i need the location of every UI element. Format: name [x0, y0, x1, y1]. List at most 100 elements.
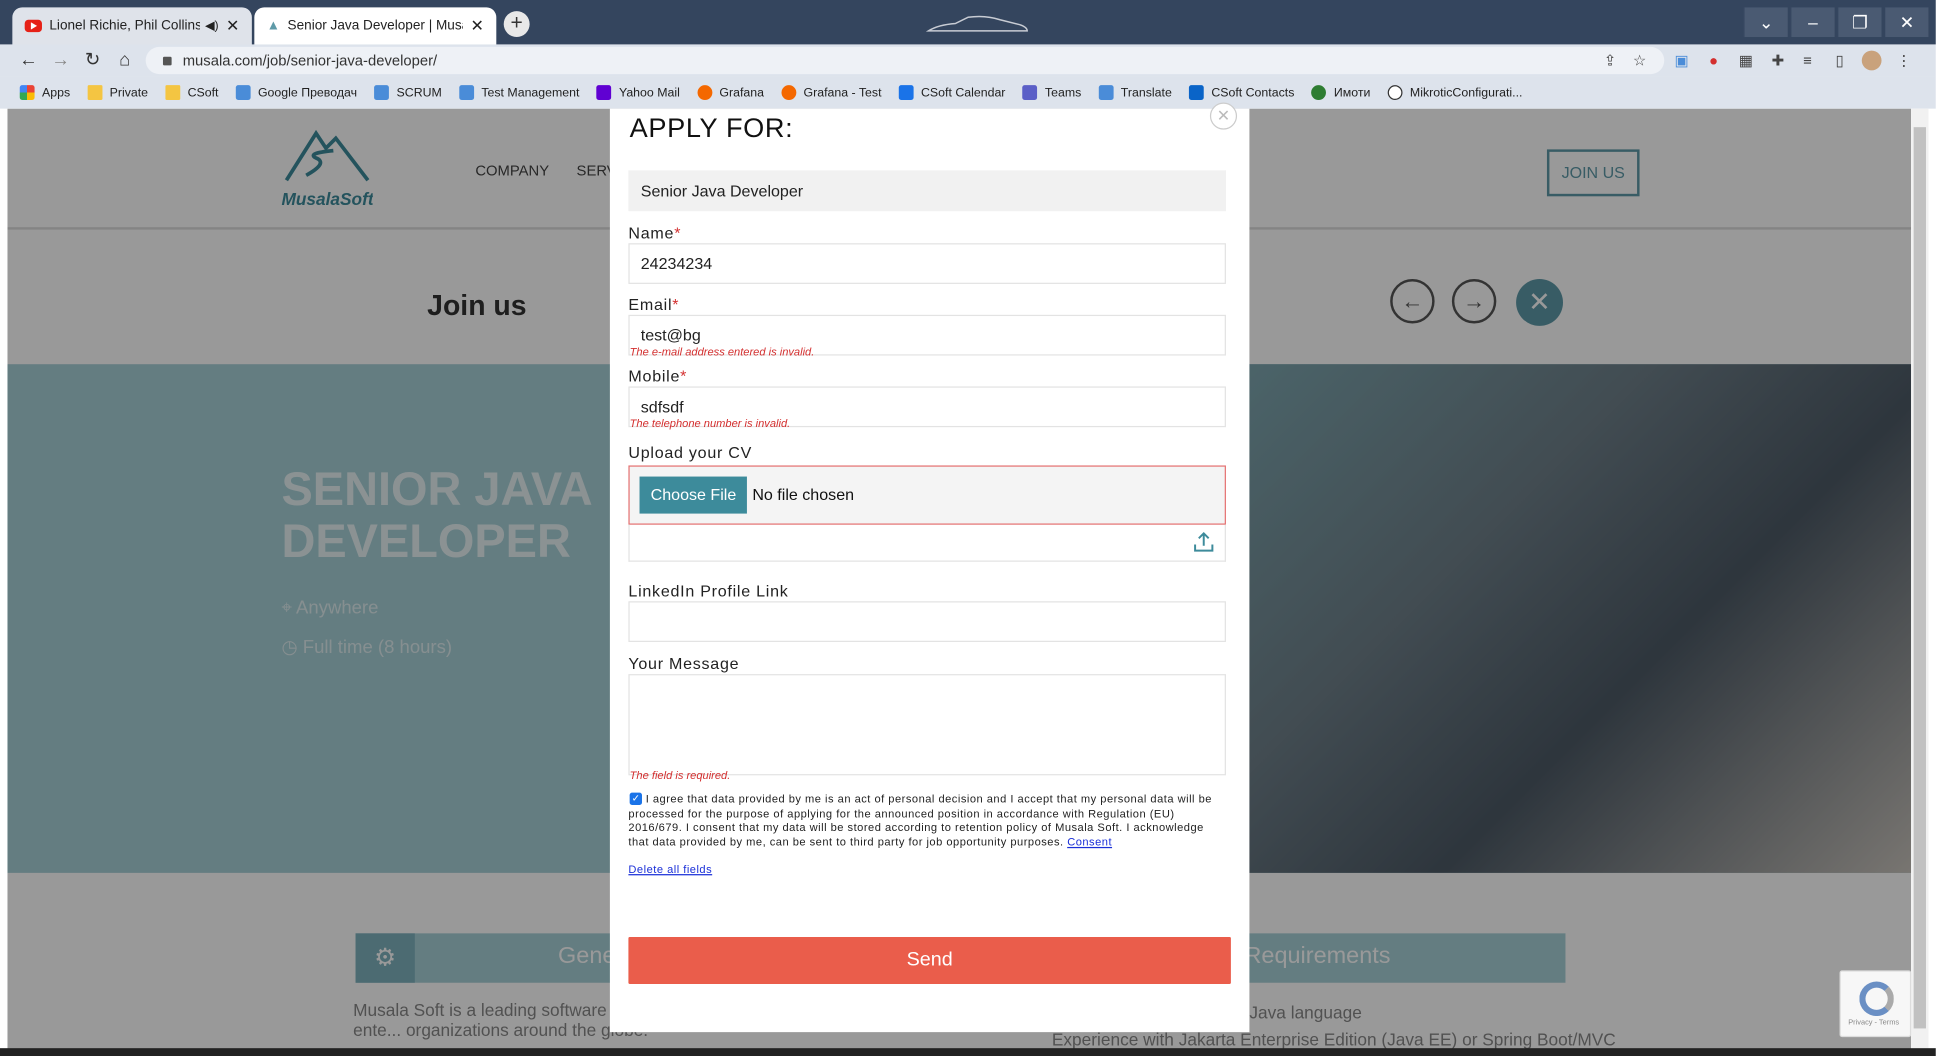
lock-icon — [162, 56, 172, 66]
bookmark-label: Test Management — [481, 85, 580, 100]
bookmarks-bar: Apps Private CSoft Google Преводач SCRUM… — [0, 76, 1936, 109]
bookmark-translate[interactable]: Translate — [1098, 85, 1172, 101]
choose-file-button[interactable]: Choose File — [639, 476, 748, 514]
bookmark-grafana-test[interactable]: Grafana - Test — [781, 85, 882, 101]
translate-icon — [1098, 85, 1114, 101]
apps-grid-icon — [19, 85, 35, 101]
forward-arrow-icon[interactable]: → — [49, 49, 71, 71]
upload-bar[interactable] — [628, 524, 1226, 562]
taskbar — [0, 1048, 1936, 1056]
email-label: Email* — [628, 295, 679, 314]
bookmark-grafana[interactable]: Grafana — [697, 85, 764, 101]
bookmark-label: Google Преводач — [257, 85, 358, 100]
linkedin-input[interactable] — [628, 601, 1226, 642]
bookmark-google-translate[interactable]: Google Преводач — [235, 85, 358, 101]
outlook-icon — [1189, 85, 1204, 101]
bookmark-private[interactable]: Private — [87, 85, 148, 101]
new-tab-button[interactable]: + — [503, 11, 530, 38]
bookmark-teams[interactable]: Teams — [1022, 85, 1082, 101]
bookmark-label: Teams — [1044, 85, 1082, 100]
musala-favicon-icon: ▲ — [266, 18, 281, 34]
close-tab-icon[interactable]: ✕ — [470, 16, 483, 36]
reading-list-icon[interactable]: ≡ — [1798, 51, 1818, 71]
browser-toolbar: ← → ↻ ⌂ musala.com/job/senior-java-devel… — [0, 44, 1936, 77]
message-label: Your Message — [628, 654, 740, 673]
reload-icon[interactable]: ↻ — [81, 49, 103, 71]
cv-label: Upload your CV — [628, 443, 753, 462]
upload-icon[interactable] — [1193, 531, 1215, 553]
scrollbar-thumb[interactable] — [1913, 127, 1926, 1029]
bookmark-label: Имоти — [1333, 85, 1371, 100]
modal-title: APPLY FOR: — [629, 112, 794, 144]
folder-icon — [165, 85, 181, 101]
bookmark-label: CSoft Calendar — [921, 85, 1006, 100]
youtube-icon — [24, 19, 42, 33]
mikrotik-icon — [1387, 85, 1403, 101]
bookmark-apps[interactable]: Apps — [19, 85, 71, 101]
side-panel-icon[interactable]: ▯ — [1830, 51, 1850, 71]
bookmark-yahoo-mail[interactable]: Yahoo Mail — [596, 85, 680, 101]
consent-text: I agree that data provided by me is an a… — [628, 793, 1214, 850]
extension-grid-icon[interactable]: ▦ — [1736, 51, 1756, 71]
teams-icon — [1022, 85, 1038, 101]
bookmark-label: Apps — [41, 85, 71, 100]
browser-tab-youtube[interactable]: Lionel Richie, Phil Collins, Ro ◀) ✕ — [12, 7, 252, 45]
folder-icon — [87, 85, 103, 101]
close-icon[interactable]: ✕ — [1209, 102, 1238, 130]
label-text: Mobile — [628, 366, 681, 386]
bookmark-label: Yahoo Mail — [618, 85, 680, 100]
recaptcha-icon — [1859, 981, 1894, 1017]
bookmark-csoft-contacts[interactable]: CSoft Contacts — [1189, 85, 1295, 101]
address-bar[interactable]: musala.com/job/senior-java-developer/ — [145, 46, 1665, 75]
name-input[interactable]: 24234234 — [628, 243, 1226, 284]
close-window-button[interactable]: ✕ — [1883, 7, 1929, 38]
label-text: Name — [628, 223, 675, 242]
tab-title: Lionel Richie, Phil Collins, Ro — [49, 18, 200, 34]
extension-badge-icon[interactable]: ● — [1704, 51, 1724, 71]
translate-extension-icon[interactable]: ▣ — [1672, 51, 1692, 71]
bookmark-label: MikroticConfigurati... — [1409, 85, 1523, 100]
consent-link[interactable]: Consent — [1067, 835, 1112, 847]
speaker-icon[interactable]: ◀) — [205, 19, 219, 33]
profile-avatar[interactable] — [1861, 50, 1882, 71]
tab-search-button[interactable]: ⌄ — [1743, 7, 1788, 38]
close-tab-icon[interactable]: ✕ — [226, 16, 239, 36]
bookmark-imoti[interactable]: Имоти — [1311, 85, 1371, 101]
bookmark-star-icon[interactable]: ☆ — [1630, 51, 1650, 71]
bookmark-test-management[interactable]: Test Management — [459, 85, 580, 101]
translate-icon — [235, 85, 251, 101]
car-icon — [925, 15, 1028, 32]
recaptcha-text: Privacy - Terms — [1848, 1019, 1900, 1028]
bookmark-mikrotik[interactable]: MikroticConfigurati... — [1387, 85, 1523, 101]
menu-kebab-icon[interactable]: ⋮ — [1894, 51, 1914, 71]
cv-upload-field: Choose File No file chosen — [628, 465, 1226, 525]
linkedin-label: LinkedIn Profile Link — [628, 581, 789, 601]
azure-devops-icon — [459, 85, 474, 101]
bookmark-label: CSoft Contacts — [1211, 85, 1295, 100]
bookmark-scrum[interactable]: SCRUM — [374, 85, 442, 101]
restore-button[interactable]: ❐ — [1837, 7, 1882, 38]
yahoo-mail-icon — [596, 85, 612, 101]
tab-title: Senior Java Developer | Musala S — [287, 18, 464, 34]
consent-body: I agree that data provided by me is an a… — [628, 792, 1212, 848]
imoti-icon — [1311, 85, 1327, 101]
message-textarea[interactable] — [628, 674, 1226, 776]
url-text: musala.com/job/senior-java-developer/ — [182, 51, 438, 70]
recaptcha-badge[interactable]: Privacy - Terms — [1839, 970, 1912, 1038]
delete-all-fields-link[interactable]: Delete all fields — [628, 863, 712, 875]
browser-tab-musala[interactable]: ▲ Senior Java Developer | Musala S ✕ — [254, 7, 497, 45]
bookmark-csoft-calendar[interactable]: CSoft Calendar — [898, 85, 1006, 101]
minimize-button[interactable]: – — [1790, 7, 1835, 38]
label-text: Email — [628, 295, 673, 314]
home-icon[interactable]: ⌂ — [114, 49, 136, 71]
bookmark-csoft[interactable]: CSoft — [165, 85, 218, 101]
share-icon[interactable]: ⇪ — [1600, 51, 1620, 71]
bookmark-label: Translate — [1120, 85, 1172, 100]
calendar-icon — [898, 85, 914, 101]
name-label: Name* — [628, 223, 681, 242]
send-button[interactable]: Send — [628, 937, 1231, 984]
mobile-label: Mobile* — [628, 367, 687, 386]
required-mark: * — [680, 366, 688, 386]
back-arrow-icon[interactable]: ← — [17, 49, 39, 71]
puzzle-icon[interactable]: ✚ — [1768, 51, 1788, 71]
